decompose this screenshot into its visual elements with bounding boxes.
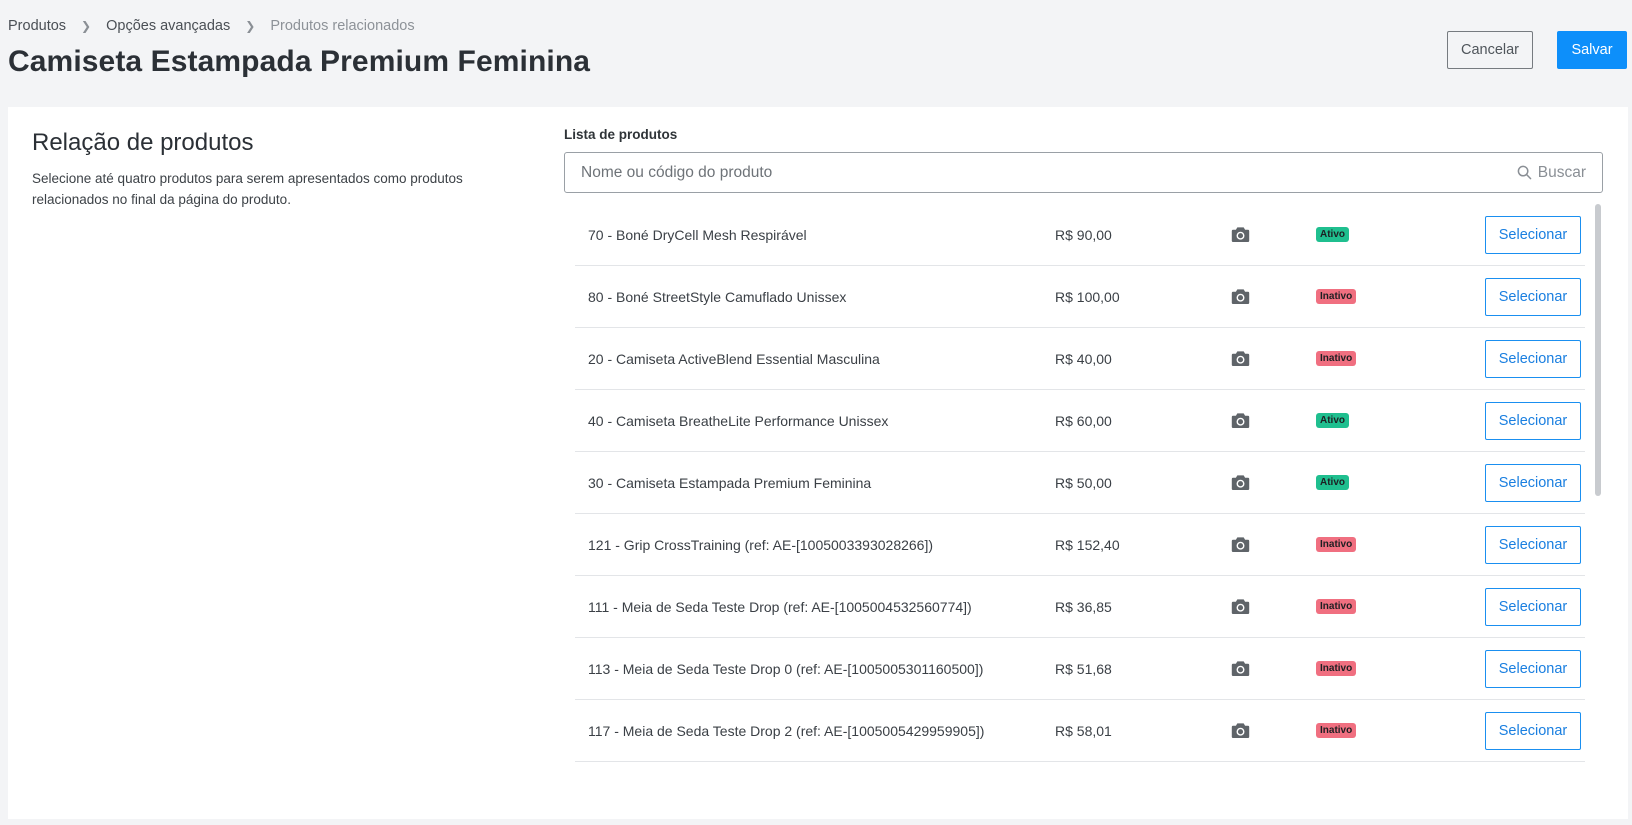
product-price: R$ 51,68 <box>1055 661 1112 677</box>
cancel-button[interactable]: Cancelar <box>1447 31 1533 69</box>
select-button[interactable]: Selecionar <box>1485 526 1581 564</box>
status-badge: Inativo <box>1316 723 1357 738</box>
product-row: 117 - Meia de Seda Teste Drop 2 (ref: AE… <box>575 700 1585 762</box>
product-row: 80 - Boné StreetStyle Camuflado Unissex … <box>575 266 1585 328</box>
breadcrumb-item-current: Produtos relacionados <box>270 18 415 34</box>
product-price: R$ 36,85 <box>1055 599 1112 615</box>
product-price: R$ 60,00 <box>1055 413 1112 429</box>
product-row: 111 - Meia de Seda Teste Drop (ref: AE-[… <box>575 576 1585 638</box>
product-price: R$ 58,01 <box>1055 723 1112 739</box>
product-name: 121 - Grip CrossTraining (ref: AE-[10050… <box>588 537 934 553</box>
product-name: 30 - Camiseta Estampada Premium Feminina <box>588 475 872 491</box>
status-badge: Inativo <box>1316 289 1357 304</box>
chevron-right-icon: ❯ <box>245 19 256 33</box>
select-button[interactable]: Selecionar <box>1485 340 1581 378</box>
status-badge: Ativo <box>1316 475 1349 490</box>
product-name: 111 - Meia de Seda Teste Drop (ref: AE-[… <box>588 599 972 615</box>
product-row: 20 - Camiseta ActiveBlend Essential Masc… <box>575 328 1585 390</box>
status-badge: Inativo <box>1316 661 1357 676</box>
section-title: Relação de produtos <box>32 129 254 156</box>
search-button[interactable]: Buscar <box>1517 153 1586 192</box>
camera-icon[interactable] <box>1231 722 1250 739</box>
select-button[interactable]: Selecionar <box>1485 650 1581 688</box>
product-row: 40 - Camiseta BreatheLite Performance Un… <box>575 390 1585 452</box>
product-price: R$ 40,00 <box>1055 351 1112 367</box>
breadcrumb-item-produtos[interactable]: Produtos <box>8 18 66 34</box>
product-name: 70 - Boné DryCell Mesh Respirável <box>588 227 807 243</box>
breadcrumb-item-opcoes-avancadas[interactable]: Opções avançadas <box>106 18 230 34</box>
camera-icon[interactable] <box>1231 660 1250 677</box>
camera-icon[interactable] <box>1231 474 1250 491</box>
breadcrumb: Produtos ❯ Opções avançadas ❯ Produtos r… <box>8 18 415 34</box>
product-price: R$ 152,40 <box>1055 537 1120 553</box>
product-list-scrollbar[interactable] <box>1595 204 1603 804</box>
section-description: Selecione até quatro produtos para serem… <box>32 171 463 207</box>
save-button[interactable]: Salvar <box>1557 31 1627 69</box>
search-button-label: Buscar <box>1537 163 1586 181</box>
select-button[interactable]: Selecionar <box>1485 278 1581 316</box>
camera-icon[interactable] <box>1231 226 1250 243</box>
select-button[interactable]: Selecionar <box>1485 588 1581 626</box>
product-row: 70 - Boné DryCell Mesh Respirável R$ 90,… <box>575 204 1585 266</box>
camera-icon[interactable] <box>1231 350 1250 367</box>
product-price: R$ 90,00 <box>1055 227 1112 243</box>
product-name: 20 - Camiseta ActiveBlend Essential Masc… <box>588 351 880 367</box>
camera-icon[interactable] <box>1231 598 1250 615</box>
status-badge: Inativo <box>1316 351 1357 366</box>
status-badge: Inativo <box>1316 599 1357 614</box>
product-name: 40 - Camiseta BreatheLite Performance Un… <box>588 413 889 429</box>
search-input[interactable] <box>565 153 1465 192</box>
search-field: Buscar <box>564 152 1603 193</box>
camera-icon[interactable] <box>1231 412 1250 429</box>
camera-icon[interactable] <box>1231 288 1250 305</box>
camera-icon[interactable] <box>1231 536 1250 553</box>
status-badge: Ativo <box>1316 413 1349 428</box>
product-row: 121 - Grip CrossTraining (ref: AE-[10050… <box>575 514 1585 576</box>
product-name: 80 - Boné StreetStyle Camuflado Unissex <box>588 289 847 305</box>
product-list: 70 - Boné DryCell Mesh Respirável R$ 90,… <box>575 204 1585 804</box>
product-price: R$ 50,00 <box>1055 475 1112 491</box>
product-price: R$ 100,00 <box>1055 289 1120 305</box>
content-card: Relação de produtos Selecione até quatro… <box>8 107 1628 819</box>
select-button[interactable]: Selecionar <box>1485 712 1581 750</box>
select-button[interactable]: Selecionar <box>1485 402 1581 440</box>
product-name: 117 - Meia de Seda Teste Drop 2 (ref: AE… <box>588 723 985 739</box>
product-name: 113 - Meia de Seda Teste Drop 0 (ref: AE… <box>588 661 984 677</box>
scrollbar-thumb[interactable] <box>1595 204 1601 496</box>
product-row: 30 - Camiseta Estampada Premium Feminina… <box>575 452 1585 514</box>
select-button[interactable]: Selecionar <box>1485 216 1581 254</box>
page-title: Camiseta Estampada Premium Feminina <box>8 45 591 78</box>
search-icon <box>1517 165 1532 180</box>
chevron-right-icon: ❯ <box>81 19 92 33</box>
product-row: 113 - Meia de Seda Teste Drop 0 (ref: AE… <box>575 638 1585 700</box>
select-button[interactable]: Selecionar <box>1485 464 1581 502</box>
status-badge: Inativo <box>1316 537 1357 552</box>
status-badge: Ativo <box>1316 227 1349 242</box>
product-list-label: Lista de produtos <box>564 127 678 142</box>
